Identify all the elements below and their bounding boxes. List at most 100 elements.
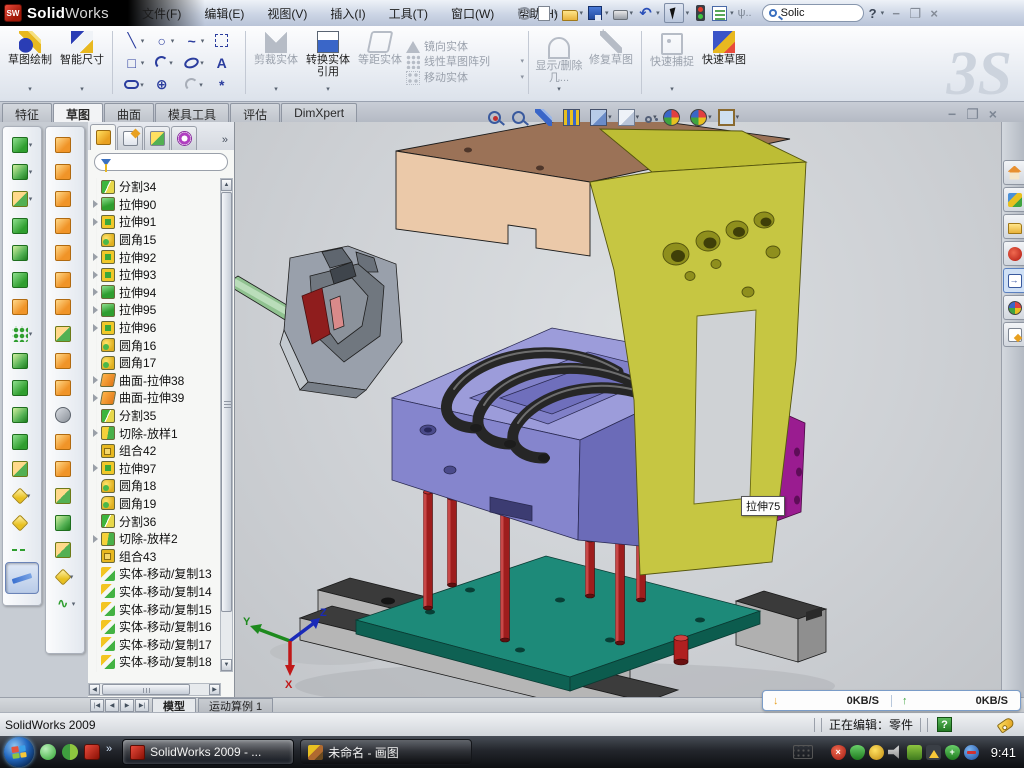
- tool-button[interactable]: ▾: [3, 482, 41, 509]
- start-button[interactable]: [4, 737, 34, 767]
- ribbon-tab[interactable]: 曲面: [104, 103, 154, 122]
- quicklaunch-messenger-icon[interactable]: [40, 744, 56, 760]
- feature-tree-item[interactable]: 拉伸91: [91, 213, 221, 231]
- tool-button[interactable]: ▾: [3, 428, 41, 455]
- tool-button[interactable]: ▾: [3, 374, 41, 401]
- expander-icon[interactable]: [93, 535, 98, 543]
- feature-tree-item[interactable]: 拉伸94: [91, 284, 221, 302]
- expander-icon[interactable]: [93, 253, 98, 261]
- tool-button[interactable]: ▾: [3, 266, 41, 293]
- move-entities-button[interactable]: 移动实体 ▾: [406, 71, 524, 85]
- feature-tree-item[interactable]: 圆角17: [91, 354, 221, 372]
- volume-icon[interactable]: [888, 745, 903, 760]
- security-shield-icon[interactable]: [850, 745, 865, 760]
- feature-tree-item[interactable]: 切除-放样2: [91, 530, 221, 548]
- sketch-entity-button[interactable]: ⊕ ▾: [149, 74, 179, 96]
- quick-snaps-button[interactable]: 快速捕捉 ▾: [646, 28, 698, 97]
- sketch-entity-button[interactable]: ~ ▾: [179, 30, 209, 52]
- phone-app-icon[interactable]: [907, 745, 922, 760]
- tool-button[interactable]: ▾: [46, 185, 84, 212]
- tab-nav-button[interactable]: |◀: [90, 699, 104, 712]
- scroll-down-button[interactable]: ▼: [221, 659, 232, 671]
- menu-item[interactable]: 文件(F): [140, 3, 183, 24]
- feature-tree-item[interactable]: 拉伸95: [91, 301, 221, 319]
- menu-item[interactable]: 插入(I): [328, 3, 367, 24]
- menu-item[interactable]: 窗口(W): [449, 3, 496, 24]
- expander-icon[interactable]: [93, 376, 98, 384]
- sketch-entity-button[interactable]: □ ▾: [119, 52, 149, 74]
- doc-minimize-button[interactable]: −: [948, 106, 956, 123]
- feature-tree-item[interactable]: 曲面-拉伸39: [91, 389, 221, 407]
- move-d[interactable]: ▾: [520, 72, 524, 84]
- expander-icon[interactable]: [93, 464, 98, 472]
- sketch-entity-button[interactable]: ▾: [209, 30, 239, 52]
- tool-button[interactable]: ▾: [3, 401, 41, 428]
- tool-button[interactable]: ▾: [3, 320, 41, 347]
- expander-icon[interactable]: [93, 218, 98, 226]
- tool-button[interactable]: ▾: [3, 185, 41, 212]
- feature-tree-item[interactable]: 分割35: [91, 407, 221, 425]
- tool-button[interactable]: ▾: [3, 455, 41, 482]
- ribbon-tab[interactable]: 模具工具: [155, 103, 229, 122]
- task-pane-tab[interactable]: [1003, 160, 1024, 185]
- tool-button[interactable]: ▾: [46, 428, 84, 455]
- mirror-entities-button[interactable]: 镜向实体: [406, 41, 524, 53]
- sketch-button[interactable]: 草图绘制 ▾: [4, 28, 56, 97]
- feature-tree-item[interactable]: 圆角16: [91, 336, 221, 354]
- taskbar-window-button[interactable]: SolidWorks 2009 - ...: [122, 739, 294, 765]
- feature-tree-item[interactable]: 拉伸92: [91, 248, 221, 266]
- taskbar-window-button[interactable]: 未命名 - 画图: [300, 739, 472, 765]
- feature-tree-item[interactable]: 拉伸93: [91, 266, 221, 284]
- tool-button[interactable]: ▾: [46, 590, 84, 617]
- tool-button[interactable]: ▾: [46, 455, 84, 482]
- restore-button[interactable]: ❐: [907, 5, 923, 22]
- task-pane-tab[interactable]: [1003, 214, 1024, 239]
- feature-tree-item[interactable]: 切除-放样1: [91, 424, 221, 442]
- pin-button[interactable]: [518, 7, 531, 20]
- doc-restore-button[interactable]: ❐: [966, 106, 979, 123]
- search-box[interactable]: Solic: [762, 4, 864, 22]
- menu-item[interactable]: 编辑(E): [202, 3, 246, 24]
- feature-tree-item[interactable]: 组合42: [91, 442, 221, 460]
- save-button[interactable]: [588, 6, 602, 20]
- health-shield-icon[interactable]: +: [945, 745, 960, 760]
- feature-tree-item[interactable]: 拉伸90: [91, 196, 221, 214]
- quick-tips-help-button[interactable]: ?: [937, 717, 952, 732]
- scroll-up-button[interactable]: ▲: [221, 179, 232, 191]
- tool-button[interactable]: ▾: [3, 347, 41, 374]
- feature-tree-item[interactable]: 曲面-拉伸38: [91, 372, 221, 390]
- view-tool-button[interactable]: ▾: [618, 109, 640, 126]
- sketch-entity-button[interactable]: ▾: [119, 74, 149, 96]
- update-blocked-icon[interactable]: [964, 745, 979, 760]
- offset-entities-button[interactable]: 等距实体: [354, 28, 406, 97]
- tool-button[interactable]: ▾: [46, 266, 84, 293]
- undo-dropdown-icon[interactable]: ▾: [656, 9, 660, 17]
- tool-button[interactable]: ▾: [46, 131, 84, 158]
- new-dropdown-icon[interactable]: ▾: [554, 9, 558, 17]
- view-tool-button[interactable]: ▾: [690, 109, 712, 126]
- network-warning-icon[interactable]: [926, 745, 941, 760]
- antivirus-alert-icon[interactable]: ×: [831, 745, 846, 760]
- view-tool-button[interactable]: ▾: [535, 109, 557, 126]
- featuremanager-tab[interactable]: [90, 124, 116, 150]
- tool-button[interactable]: ▾: [46, 482, 84, 509]
- select-arrow-button[interactable]: [664, 3, 684, 23]
- task-pane-tab[interactable]: [1003, 187, 1024, 212]
- ribbon-tab[interactable]: 特征: [2, 103, 52, 122]
- smart-dimension-button[interactable]: 智能尺寸 ▾: [56, 28, 108, 97]
- feature-tree-item[interactable]: 实体-移动/复制13: [91, 565, 221, 583]
- ribbon-tab[interactable]: 草图: [53, 103, 103, 122]
- tab-nav-button[interactable]: ▶|: [135, 699, 149, 712]
- open-dropdown-icon[interactable]: ▾: [580, 9, 584, 17]
- stoplight-icon[interactable]: [696, 5, 705, 21]
- options-checklist-button[interactable]: [712, 6, 727, 21]
- taskbar-clock[interactable]: 9:41: [991, 745, 1016, 760]
- feature-tree-item[interactable]: 拉伸96: [91, 319, 221, 337]
- display-delete-relations-button[interactable]: 显示/删除几... ▾: [533, 28, 585, 97]
- panel-more-button[interactable]: »: [218, 134, 232, 150]
- view-tool-button[interactable]: ▾: [563, 109, 585, 126]
- sketch-entity-button[interactable]: ○ ▾: [149, 30, 179, 52]
- tags-icon[interactable]: [997, 716, 1016, 733]
- save-dropdown-icon[interactable]: ▾: [605, 9, 609, 17]
- doc-tab[interactable]: 运动算例 1: [198, 698, 273, 712]
